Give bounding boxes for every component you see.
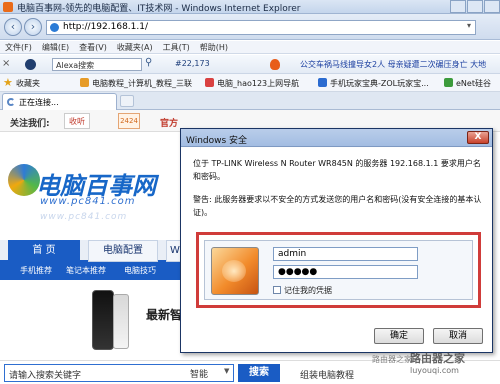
official-link[interactable]: 官方 [160, 116, 178, 129]
tab-connecting[interactable]: 正在连接... [2, 93, 117, 110]
fire-icon [270, 59, 280, 70]
username-field[interactable]: admin [273, 247, 418, 261]
phone-image[interactable] [92, 290, 114, 350]
user-avatar [211, 247, 259, 295]
menu-view[interactable]: 查看(V) [74, 41, 112, 53]
credential-tile: admin ●●●●● 记住我的凭据 [204, 240, 473, 300]
site-nav: 首 页 电脑配置 W [0, 240, 186, 262]
favorites-label[interactable]: 收藏夹 [16, 78, 40, 89]
dialog-warning: 警告: 此服务器要求以不安全的方式发送您的用户名和密码(没有安全连接的基本认证)… [193, 195, 482, 217]
tab-label: 正在连接... [19, 98, 59, 107]
menu-help[interactable]: 帮助(H) [195, 41, 233, 53]
password-field[interactable]: ●●●●● [273, 265, 418, 279]
ok-button[interactable]: 确定 [374, 328, 424, 344]
alexa-icon[interactable] [25, 59, 36, 70]
watermark-url: luyouqi.com [410, 366, 459, 375]
star-icon[interactable]: ★ [3, 76, 13, 89]
favorite-item-1[interactable]: 电脑教程_计算机_教程_三联 [92, 78, 192, 89]
favorite-item-4[interactable]: eNet硅谷 [456, 78, 491, 89]
dialog-body: 位于 TP-LINK Wireless N Router WR845N 的服务器… [181, 148, 492, 352]
url-text: http://192.168.1.1/ [63, 22, 148, 32]
favorite-site-icon [444, 78, 453, 87]
checkbox-icon[interactable] [273, 286, 281, 294]
flower-image [222, 260, 246, 282]
nav-home[interactable]: 首 页 [8, 240, 80, 262]
dialog-title: Windows 安全 [186, 136, 248, 146]
favorite-item-2[interactable]: 电脑_hao123上网导航 [217, 78, 299, 89]
menu-bar: 文件(F) 编辑(E) 查看(V) 收藏夹(A) 工具(T) 帮助(H) [0, 41, 500, 54]
phone-image[interactable] [113, 294, 129, 349]
back-button[interactable]: ‹ [4, 18, 22, 36]
cancel-button[interactable]: 取消 [433, 328, 483, 344]
maximize-button[interactable] [467, 0, 483, 13]
subnav-tips[interactable]: 电脑技巧 [124, 265, 156, 276]
dialog-close-button[interactable]: X [467, 131, 489, 144]
credential-highlight: admin ●●●●● 记住我的凭据 [196, 232, 481, 308]
subnav-phone[interactable]: 手机推荐 [20, 265, 52, 276]
favorite-site-icon [318, 78, 327, 87]
watermark-title: 路由器之家 [410, 352, 465, 365]
dialog-title-bar[interactable]: Windows 安全 X [181, 129, 492, 147]
remember-credentials-checkbox[interactable]: 记住我的凭据 [273, 285, 332, 296]
search-mode-select[interactable]: 智能 [188, 364, 210, 382]
new-tab-button[interactable] [120, 95, 134, 107]
menu-edit[interactable]: 编辑(E) [37, 41, 74, 53]
site-search-button[interactable]: 搜索 [238, 364, 280, 382]
search-icon[interactable]: ⚲ [145, 57, 152, 68]
follow-label: 关注我们: [10, 119, 50, 129]
minimize-button[interactable] [450, 0, 466, 13]
watermark-small: 路由器之家 [372, 355, 412, 364]
ie-logo-icon [3, 2, 13, 12]
menu-tools[interactable]: 工具(T) [158, 41, 195, 53]
alexa-search-input[interactable]: Alexa搜索 [52, 58, 142, 71]
browser-title-bar: 电脑百事网-领先的电脑配置、IT技术网 - Windows Internet E… [0, 0, 500, 14]
news-ticker[interactable]: 公交车祸马线撞导女2人 母亲疑遭二次碾压身亡 大地 [300, 59, 486, 70]
favorite-site-icon [80, 78, 89, 87]
chevron-down-icon[interactable]: ▾ [467, 21, 471, 30]
loading-spinner-icon [7, 98, 15, 106]
remember-label: 记住我的凭据 [284, 286, 332, 295]
windows-security-dialog: Windows 安全 X 位于 TP-LINK Wireless N Route… [180, 128, 493, 353]
weibo-follow-button[interactable]: 收听 [64, 113, 90, 129]
window-title: 电脑百事网-领先的电脑配置、IT技术网 - Windows Internet E… [17, 4, 301, 14]
addon-toolbar: × Alexa搜索 ⚲ #22,173 公交车祸马线撞导女2人 母亲疑遭二次碾压… [0, 55, 500, 74]
chevron-down-icon[interactable]: ▼ [224, 367, 229, 375]
favorite-site-icon [205, 78, 214, 87]
address-bar: ‹ › http://192.168.1.1/ ▾ [0, 14, 500, 40]
forward-button[interactable]: › [24, 18, 42, 36]
site-subnav: 手机推荐 笔记本推荐 电脑技巧 [0, 262, 185, 280]
favorites-bar: ★ 收藏夹 电脑教程_计算机_教程_三联 电脑_hao123上网导航 手机玩家宝… [0, 74, 500, 92]
latest-heading: 最新智 [146, 308, 183, 322]
dialog-message: 位于 TP-LINK Wireless N Router WR845N 的服务器… [193, 159, 481, 181]
alexa-rank: #22,173 [175, 59, 210, 68]
logo-url: www.pc841.com [40, 196, 136, 207]
subnav-laptop[interactable]: 笔记本推荐 [66, 265, 106, 276]
page-icon [50, 23, 59, 32]
logo-reflection: www.pc841.com [40, 212, 128, 222]
assemble-pc-link[interactable]: 组装电脑教程 [300, 368, 354, 381]
2424-badge[interactable]: 2424 [118, 113, 140, 129]
menu-favorites[interactable]: 收藏夹(A) [112, 41, 158, 53]
favorite-item-3[interactable]: 手机玩家宝典-ZOL玩家宝... [330, 78, 429, 89]
watermark: 路由器之家 路由器之家 luyouqi.com [372, 348, 497, 382]
close-toolbar-icon[interactable]: × [2, 58, 10, 69]
url-field[interactable]: http://192.168.1.1/ ▾ [46, 20, 476, 35]
tab-bar: 正在连接... [0, 92, 500, 110]
nav-pc-config[interactable]: 电脑配置 [88, 240, 158, 262]
window-controls [449, 0, 500, 13]
close-window-button[interactable] [484, 0, 500, 13]
menu-file[interactable]: 文件(F) [0, 41, 37, 53]
site-logo[interactable]: 电脑百事网 www.pc841.com www.pc841.com [0, 154, 185, 234]
